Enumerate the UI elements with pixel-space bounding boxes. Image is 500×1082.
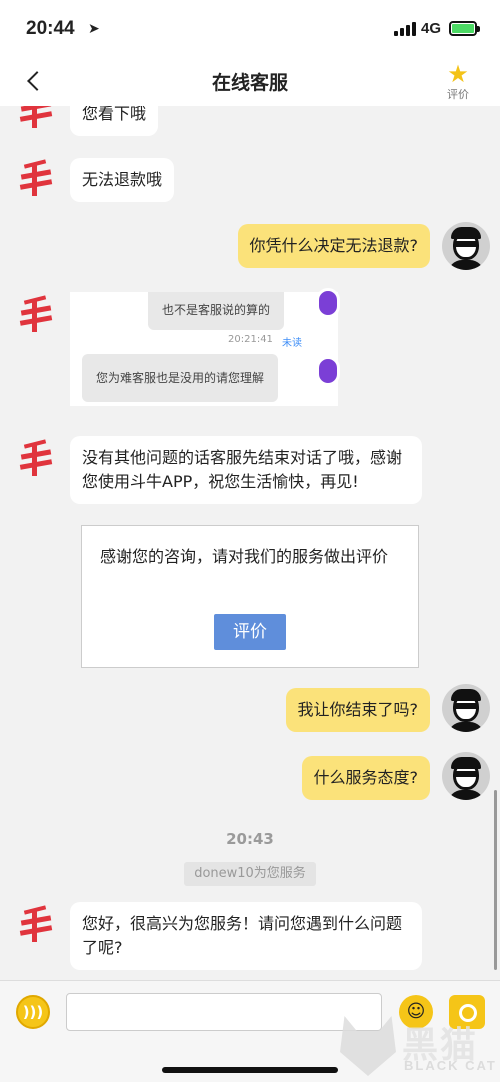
message-bubble-staff: 没有其他问题的话客服先结束对话了哦，感谢您使用斗牛APP，祝您生活愉快，再见!	[70, 436, 422, 504]
voice-icon[interactable]: )))	[16, 995, 50, 1029]
message-bubble-staff: 无法退款哦	[70, 158, 175, 202]
message-input[interactable]	[66, 993, 382, 1031]
user-avatar	[442, 684, 490, 732]
nav-bar: 在线客服 ★ 评价	[0, 58, 500, 106]
staff-avatar	[18, 439, 54, 476]
screenshot-image-message[interactable]: 也不是客服说的算的 20:21:41 未读 您为难客服也是没用的请您理解	[70, 288, 340, 406]
signal-icon	[394, 22, 416, 36]
page-title: 在线客服	[211, 72, 288, 94]
battery-icon	[449, 21, 480, 36]
scrollbar[interactable]	[494, 790, 497, 970]
user-avatar	[442, 222, 490, 270]
cat-logo-icon	[340, 1016, 396, 1076]
evaluation-card: 感谢您的咨询，请对我们的服务做出评价 评价	[81, 525, 419, 668]
screenshot-text-row: 也不是客服说的算的	[148, 292, 285, 330]
staff-avatar	[18, 106, 54, 128]
screenshot-text-row: 您为难客服也是没用的请您理解	[82, 354, 279, 402]
message-bubble-staff: 您好，很高兴为您服务！请问您遇到什么问题了呢?	[70, 902, 422, 970]
network-label: 4G	[421, 20, 442, 37]
time-divider: 20:43	[226, 830, 274, 848]
star-icon: ★	[447, 60, 469, 88]
chat-area[interactable]: 您看下哦 无法退款哦 你凭什么决定无法退款? 也不是客服说的算的 20:21:4…	[0, 106, 500, 980]
user-avatar	[442, 752, 490, 800]
screenshot-avatar	[316, 288, 340, 318]
staff-avatar	[18, 295, 54, 332]
staff-avatar	[18, 159, 54, 196]
location-arrow-icon: ➤	[88, 21, 100, 37]
message-bubble-user: 你凭什么决定无法退款?	[237, 224, 430, 268]
watermark: 黑猫 BLACK CAT	[338, 1012, 500, 1082]
staff-avatar	[18, 905, 54, 942]
system-notice: donew10为您服务	[184, 862, 316, 886]
watermark-sub: BLACK CAT	[404, 1058, 497, 1073]
evaluate-button[interactable]: 评价	[214, 614, 286, 650]
screenshot-timestamp: 20:21:41	[228, 334, 273, 345]
evaluation-prompt: 感谢您的咨询，请对我们的服务做出评价	[100, 547, 389, 566]
screenshot-avatar	[316, 356, 340, 386]
message-bubble-user: 我让你结束了吗?	[285, 688, 430, 732]
message-bubble-staff: 您看下哦	[70, 106, 159, 136]
status-time: 20:44	[26, 18, 75, 39]
status-bar: 20:44 ➤ 4G	[0, 0, 500, 58]
rate-button[interactable]: ★ 评价	[440, 60, 476, 106]
rate-label: 评价	[447, 88, 469, 101]
message-bubble-user: 什么服务态度?	[301, 756, 430, 800]
screenshot-unread: 未读	[282, 338, 302, 349]
home-indicator	[162, 1067, 338, 1073]
